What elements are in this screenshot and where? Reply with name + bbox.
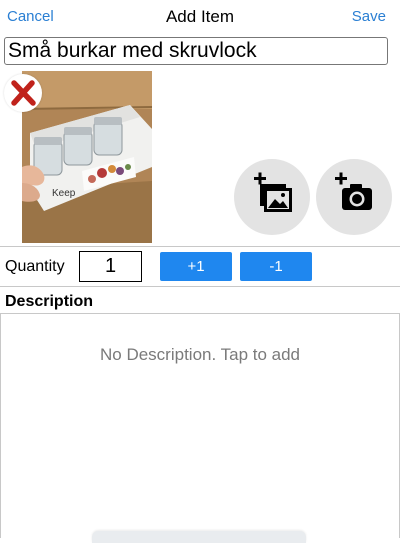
add-photo-gallery-icon (254, 172, 292, 212)
page-title: Add Item (165, 7, 235, 26)
description-placeholder[interactable]: No Description. Tap to add (0, 345, 400, 365)
nav-bar: Cancel Add Item Save (0, 0, 400, 34)
increment-button[interactable]: +1 (160, 252, 232, 281)
cancel-button[interactable]: Cancel (7, 8, 54, 25)
add-photo-camera-icon (335, 172, 372, 210)
box-label-text: Keep (52, 188, 76, 199)
delete-photo-button[interactable] (4, 74, 42, 112)
quantity-input[interactable] (79, 251, 142, 282)
divider (0, 246, 400, 247)
add-from-gallery-button[interactable] (234, 159, 310, 235)
divider (0, 286, 400, 287)
quantity-label: Quantity (5, 258, 65, 275)
description-header: Description (5, 293, 94, 310)
item-title-input[interactable] (4, 37, 388, 65)
add-from-camera-button[interactable] (316, 159, 392, 235)
save-button[interactable]: Save (352, 8, 386, 25)
close-x-icon (11, 80, 36, 106)
bottom-sheet-handle (92, 531, 306, 543)
decrement-button[interactable]: -1 (240, 252, 312, 281)
